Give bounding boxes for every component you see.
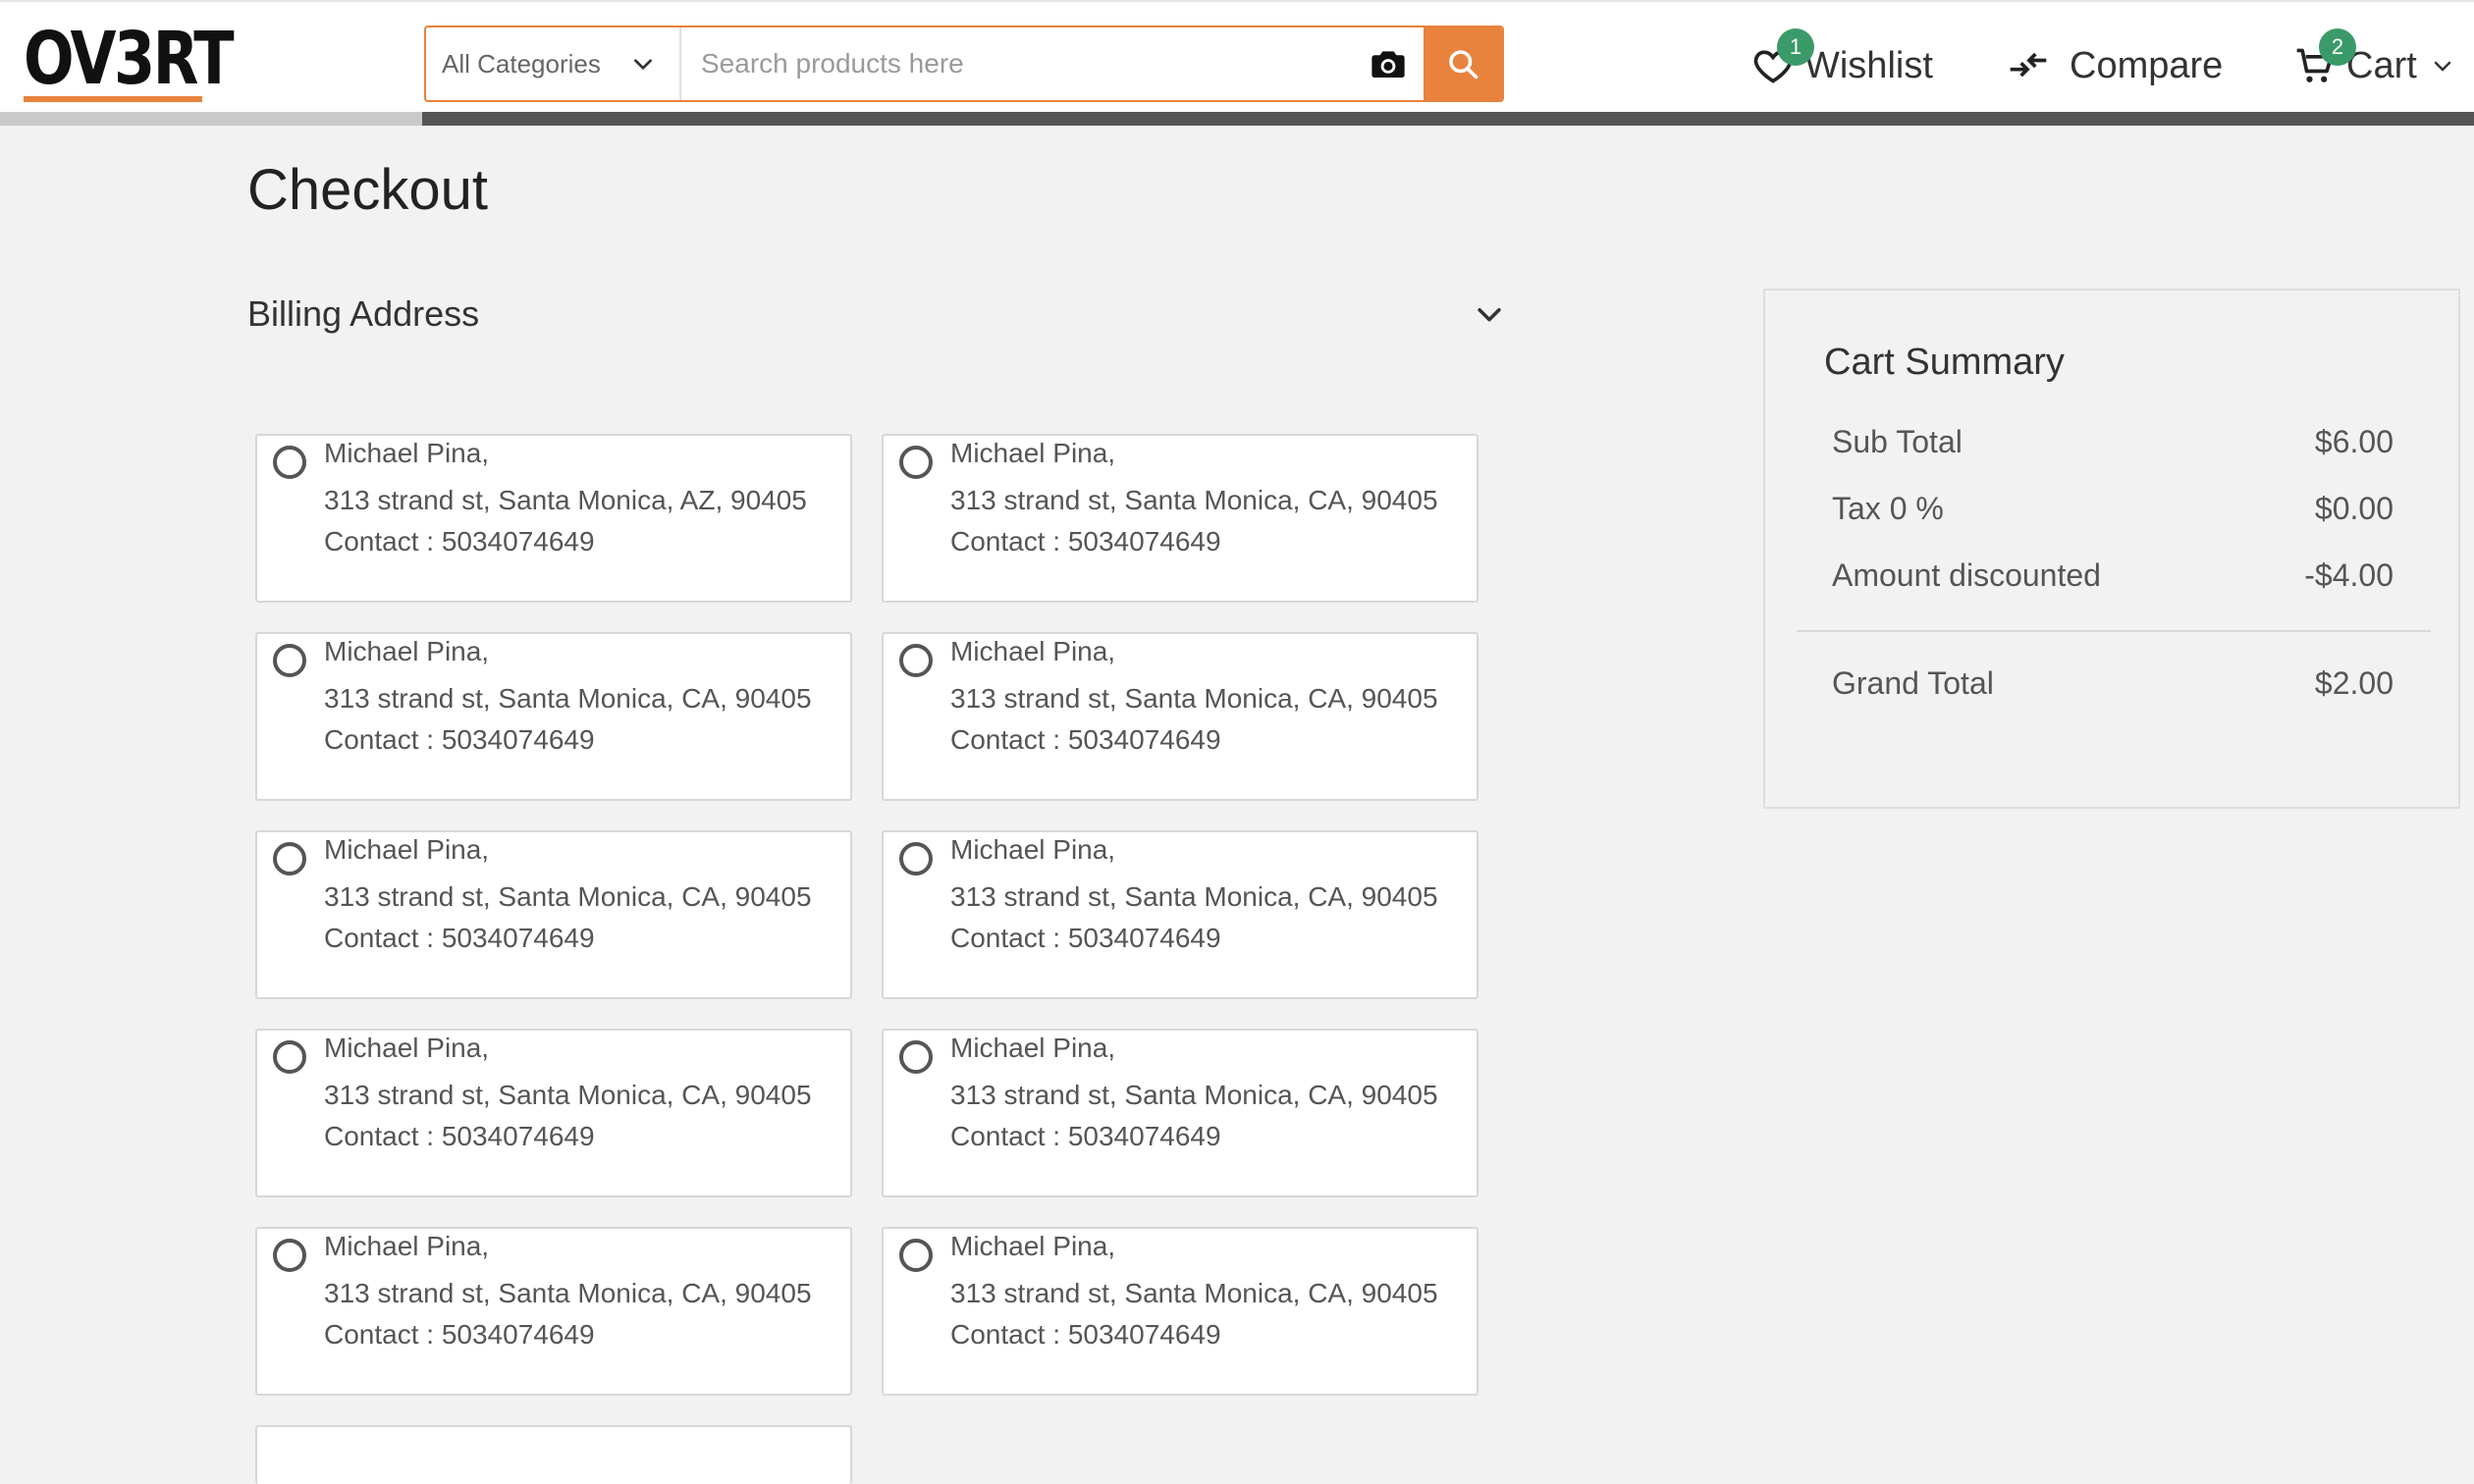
address-contact: Contact : 5034074649	[324, 1319, 595, 1350]
address-contact: Contact : 5034074649	[950, 526, 1221, 556]
address-line: 313 strand st, Santa Monica, CA, 90405	[950, 485, 1438, 515]
address-card[interactable]: Michael Pina, 313 strand st, Santa Monic…	[255, 1029, 852, 1197]
tax-row: Tax 0 % $0.00	[1832, 491, 2393, 527]
chevron-down-icon	[2434, 61, 2451, 72]
summary-divider	[1797, 630, 2431, 632]
address-card[interactable]: Michael Pina, 313 strand st, Santa Monic…	[255, 632, 852, 801]
compare-link[interactable]: Compare	[2005, 31, 2223, 100]
address-contact: Contact : 5034074649	[324, 1121, 595, 1151]
billing-address-toggle[interactable]: Billing Address	[247, 285, 1506, 344]
address-card[interactable]: Michael Pina, 313 strand st, Santa Monic…	[882, 434, 1479, 603]
address-line: 313 strand st, Santa Monica, AZ, 90405	[324, 485, 807, 515]
address-line: 313 strand st, Santa Monica, CA, 90405	[950, 1278, 1438, 1308]
subtotal-label: Sub Total	[1832, 424, 1963, 459]
chevron-down-icon	[634, 59, 652, 70]
address-contact: Contact : 5034074649	[950, 1319, 1221, 1350]
wishlist-icon-wrap: 1	[1749, 28, 1814, 89]
address-name: Michael Pina,	[324, 1033, 490, 1063]
address-card[interactable]: Michael Pina, 313 strand st, Santa Monic…	[255, 434, 852, 603]
grand-total-label: Grand Total	[1832, 665, 1994, 701]
camera-icon	[1371, 51, 1405, 78]
cart-label: Cart	[2346, 44, 2417, 86]
address-contact: Contact : 5034074649	[950, 1121, 1221, 1151]
address-name: Michael Pina,	[950, 636, 1116, 666]
address-radio[interactable]	[899, 842, 933, 875]
wishlist-label: Wishlist	[1804, 44, 1933, 86]
header-divider-highlight	[0, 112, 422, 126]
address-contact: Contact : 5034074649	[950, 724, 1221, 755]
discount-row: Amount discounted -$4.00	[1832, 557, 2393, 594]
cart-summary-title: Cart Summary	[1824, 342, 2065, 383]
address-name: Michael Pina,	[950, 1033, 1116, 1063]
address-card[interactable]	[255, 1425, 852, 1484]
grand-total-row: Grand Total $2.00	[1832, 665, 2393, 702]
cart-count-badge: 2	[2319, 28, 2356, 66]
cart-link[interactable]: 2 Cart	[2291, 28, 2454, 100]
compare-icon-wrap	[2005, 42, 2052, 89]
address-contact: Contact : 5034074649	[324, 724, 595, 755]
search-bar: All Categories	[424, 26, 1504, 102]
wishlist-link[interactable]: 1 Wishlist	[1749, 28, 1933, 100]
address-name: Michael Pina,	[324, 834, 490, 865]
compare-arrows-icon	[2010, 52, 2047, 78]
address-line: 313 strand st, Santa Monica, CA, 90405	[950, 881, 1438, 912]
address-card[interactable]: Michael Pina, 313 strand st, Santa Monic…	[882, 632, 1479, 801]
address-contact: Contact : 5034074649	[324, 526, 595, 556]
address-radio[interactable]	[273, 1040, 306, 1074]
address-line: 313 strand st, Santa Monica, CA, 90405	[324, 1278, 812, 1308]
address-list: Michael Pina, 313 strand st, Santa Monic…	[255, 434, 1480, 1484]
address-card[interactable]: Michael Pina, 313 strand st, Santa Monic…	[882, 1227, 1479, 1396]
address-card[interactable]: Michael Pina, 313 strand st, Santa Monic…	[882, 830, 1479, 999]
search-icon	[1449, 50, 1479, 80]
address-radio[interactable]	[899, 1239, 933, 1272]
category-select[interactable]: All Categories	[426, 27, 681, 100]
chevron-down-icon	[1478, 307, 1501, 322]
address-contact: Contact : 5034074649	[950, 923, 1221, 953]
address-card[interactable]: Michael Pina, 313 strand st, Santa Monic…	[882, 1029, 1479, 1197]
address-name: Michael Pina,	[324, 636, 490, 666]
search-input[interactable]	[681, 27, 1353, 100]
address-line: 313 strand st, Santa Monica, CA, 90405	[324, 1080, 812, 1110]
address-line: 313 strand st, Santa Monica, CA, 90405	[324, 881, 812, 912]
subtotal-value: $6.00	[2314, 424, 2393, 459]
address-radio[interactable]	[273, 842, 306, 875]
wishlist-count-badge: 1	[1777, 28, 1814, 66]
address-radio[interactable]	[899, 1040, 933, 1074]
site-header: OV3RT All Categories 1	[0, 0, 2474, 114]
address-radio[interactable]	[273, 644, 306, 677]
address-name: Michael Pina,	[324, 438, 490, 468]
address-radio[interactable]	[273, 1239, 306, 1272]
address-contact: Contact : 5034074649	[324, 923, 595, 953]
address-line: 313 strand st, Santa Monica, CA, 90405	[950, 683, 1438, 714]
cart-icon-wrap: 2	[2291, 28, 2356, 89]
address-radio[interactable]	[899, 644, 933, 677]
address-line: 313 strand st, Santa Monica, CA, 90405	[950, 1080, 1438, 1110]
subtotal-row: Sub Total $6.00	[1832, 424, 2393, 460]
address-card[interactable]: Michael Pina, 313 strand st, Santa Monic…	[255, 1227, 852, 1396]
address-name: Michael Pina,	[324, 1231, 490, 1261]
tax-value: $0.00	[2314, 491, 2393, 526]
address-name: Michael Pina,	[950, 438, 1116, 468]
search-button[interactable]	[1424, 27, 1502, 100]
address-card[interactable]: Michael Pina, 313 strand st, Santa Monic…	[255, 830, 852, 999]
address-line: 313 strand st, Santa Monica, CA, 90405	[324, 683, 812, 714]
address-radio[interactable]	[899, 446, 933, 479]
tax-label: Tax 0 %	[1832, 491, 1944, 526]
address-name: Michael Pina,	[950, 1231, 1116, 1261]
category-select-value: All Categories	[442, 48, 601, 79]
compare-label: Compare	[2070, 44, 2224, 86]
image-search-button[interactable]	[1353, 27, 1424, 100]
discount-label: Amount discounted	[1832, 557, 2101, 593]
cart-summary: Cart Summary Sub Total $6.00 Tax 0 % $0.…	[1763, 289, 2460, 809]
logo-text: OV3RT	[24, 17, 235, 101]
logo[interactable]: OV3RT	[24, 20, 278, 104]
billing-address-title: Billing Address	[247, 293, 480, 334]
page-title: Checkout	[247, 158, 489, 222]
grand-total-value: $2.00	[2314, 665, 2393, 701]
discount-value: -$4.00	[2304, 557, 2393, 593]
address-radio[interactable]	[273, 446, 306, 479]
address-name: Michael Pina,	[950, 834, 1116, 865]
